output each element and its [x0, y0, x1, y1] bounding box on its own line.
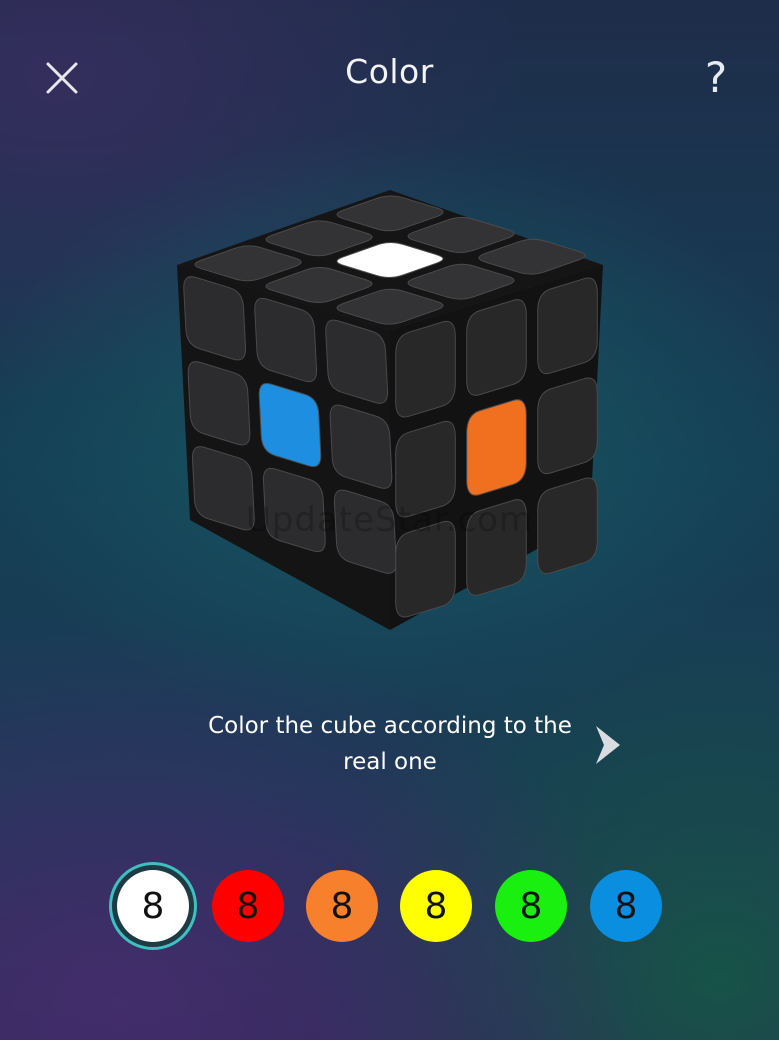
color-palette: 888888	[0, 866, 779, 946]
right-center-sticker[interactable]	[466, 399, 527, 496]
color-swatch-orange[interactable]: 8	[306, 870, 378, 942]
watermark: UpdateStar.com	[245, 500, 534, 540]
chevron-right-icon	[596, 726, 620, 764]
color-swatch-yellow[interactable]: 8	[400, 870, 472, 942]
top-bar: Color ?	[0, 0, 779, 150]
right-sticker[interactable]	[395, 320, 456, 418]
help-button[interactable]: ?	[694, 50, 738, 106]
color-swatch-white[interactable]: 8	[117, 870, 189, 942]
instruction-text: Color the cube according to the real one	[208, 713, 572, 775]
color-swatch-blue[interactable]: 8	[590, 870, 662, 942]
right-sticker[interactable]	[537, 377, 598, 475]
page-title: Color	[345, 52, 434, 91]
right-sticker[interactable]	[537, 277, 598, 375]
color-swatch-green[interactable]: 8	[495, 870, 567, 942]
color-swatch-red[interactable]: 8	[212, 870, 284, 942]
right-sticker[interactable]	[466, 299, 527, 396]
next-button[interactable]	[590, 722, 630, 768]
cube-3d-view[interactable]	[160, 170, 620, 650]
